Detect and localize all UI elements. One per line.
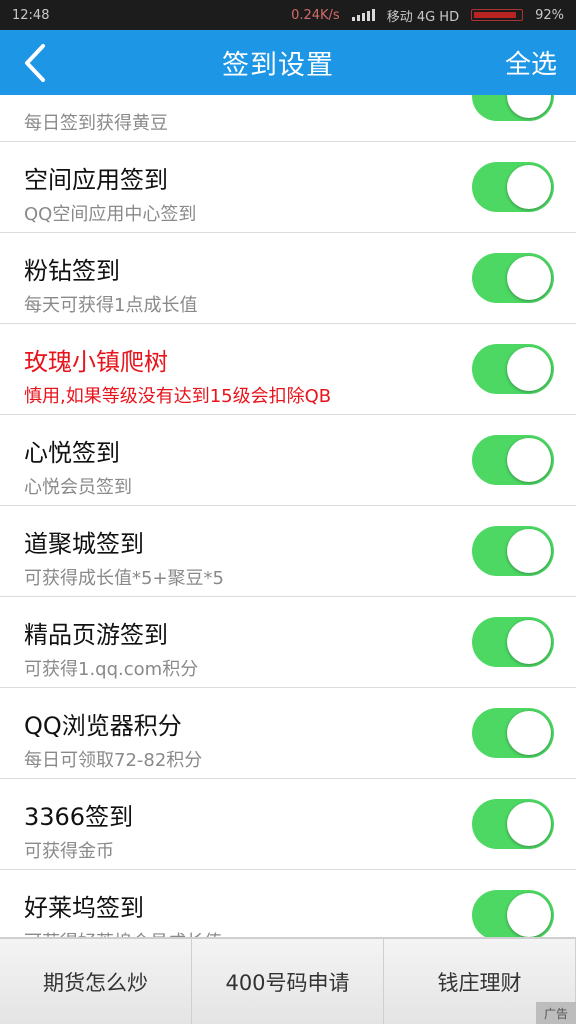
toggle-knob: [507, 711, 551, 755]
toggle-switch[interactable]: [472, 344, 554, 394]
network-speed: 0.24K/s: [291, 7, 340, 23]
item-subtitle: 可获得1.qq.com积分: [24, 659, 199, 680]
item-subtitle: QQ空间应用中心签到: [24, 204, 197, 225]
item-title: 精品页游签到: [24, 621, 168, 649]
list-item: 精品页游签到可获得1.qq.com积分: [0, 597, 576, 688]
status-time: 12:48: [12, 7, 50, 23]
signal-icon: [351, 9, 375, 21]
list-item: 道聚城签到可获得成长值*5+聚豆*5: [0, 506, 576, 597]
battery-fill: [474, 12, 517, 18]
item-title: 空间应用签到: [24, 166, 168, 194]
list-item: 好莱坞签到可获得好莱坞会员成长值: [0, 870, 576, 937]
list-item: 每日签到获得黄豆: [0, 95, 576, 142]
toggle-knob: [507, 95, 551, 118]
item-title: 玫瑰小镇爬树: [24, 348, 168, 376]
item-title: 心悦签到: [24, 439, 120, 467]
toggle-switch[interactable]: [472, 799, 554, 849]
toggle-switch[interactable]: [472, 95, 554, 121]
list-item: QQ浏览器积分每日可领取72-82积分: [0, 688, 576, 779]
list-item: 3366签到可获得金币: [0, 779, 576, 870]
ad-bar: 期货怎么炒 400号码申请 钱庄理财 广告: [0, 937, 576, 1024]
item-subtitle: 每日可领取72-82积分: [24, 750, 203, 771]
item-title: 3366签到: [24, 803, 134, 831]
carrier-label: 移动 4G HD: [386, 9, 460, 25]
item-subtitle: 可获得金币: [24, 841, 114, 862]
checkin-list-inner: 每日签到获得黄豆空间应用签到 QQ空间应用中心签到粉钻签到每天可获得1点成长值玫瑰…: [0, 95, 576, 937]
battery-percent: 92%: [535, 7, 564, 23]
ad-tag: 广告: [536, 1002, 576, 1024]
ad-button-futures[interactable]: 期货怎么炒: [0, 939, 192, 1024]
item-subtitle: 慎用,如果等级没有达到15级会扣除QB: [24, 386, 332, 407]
item-title: 粉钻签到: [24, 257, 120, 285]
toggle-switch[interactable]: [472, 253, 554, 303]
item-title: QQ浏览器积分: [24, 712, 182, 740]
toggle-switch[interactable]: [472, 526, 554, 576]
toggle-knob: [507, 893, 551, 937]
list-item: 心悦签到心悦会员签到: [0, 415, 576, 506]
toggle-knob: [507, 802, 551, 846]
app-bar: 签到设置 全选: [0, 30, 576, 95]
item-title: 道聚城签到: [24, 530, 144, 558]
toggle-knob: [507, 529, 551, 573]
toggle-switch[interactable]: [472, 162, 554, 212]
checkin-list[interactable]: 每日签到获得黄豆空间应用签到 QQ空间应用中心签到粉钻签到每天可获得1点成长值玫瑰…: [0, 95, 576, 937]
toggle-knob: [507, 438, 551, 482]
back-button[interactable]: [0, 30, 70, 95]
ad-button-400-number[interactable]: 400号码申请: [192, 939, 384, 1024]
list-item: 空间应用签到 QQ空间应用中心签到: [0, 142, 576, 233]
toggle-switch[interactable]: [472, 435, 554, 485]
list-item: 粉钻签到每天可获得1点成长值: [0, 233, 576, 324]
toggle-switch[interactable]: [472, 617, 554, 667]
item-subtitle: 每天可获得1点成长值: [24, 295, 198, 316]
list-item: 玫瑰小镇爬树慎用,如果等级没有达到15级会扣除QB: [0, 324, 576, 415]
status-right: 0.24K/s 移动 4G HD 92%: [291, 6, 564, 25]
toggle-knob: [507, 347, 551, 391]
chevron-left-icon: [25, 43, 45, 82]
page-title: 签到设置: [222, 50, 334, 81]
item-subtitle: 可获得成长值*5+聚豆*5: [24, 568, 224, 589]
toggle-switch[interactable]: [472, 708, 554, 758]
toggle-knob: [507, 620, 551, 664]
toggle-knob: [507, 165, 551, 209]
status-bar: 12:48 0.24K/s 移动 4G HD 92%: [0, 0, 576, 30]
item-subtitle: 每日签到获得黄豆: [24, 113, 168, 134]
battery-icon: [471, 9, 524, 21]
toggle-knob: [507, 256, 551, 300]
item-subtitle: 心悦会员签到: [24, 477, 132, 498]
item-title: 好莱坞签到: [24, 894, 144, 922]
select-all-button[interactable]: 全选: [486, 44, 576, 81]
item-subtitle: 可获得好莱坞会员成长值: [24, 928, 222, 937]
toggle-switch[interactable]: [472, 890, 554, 937]
